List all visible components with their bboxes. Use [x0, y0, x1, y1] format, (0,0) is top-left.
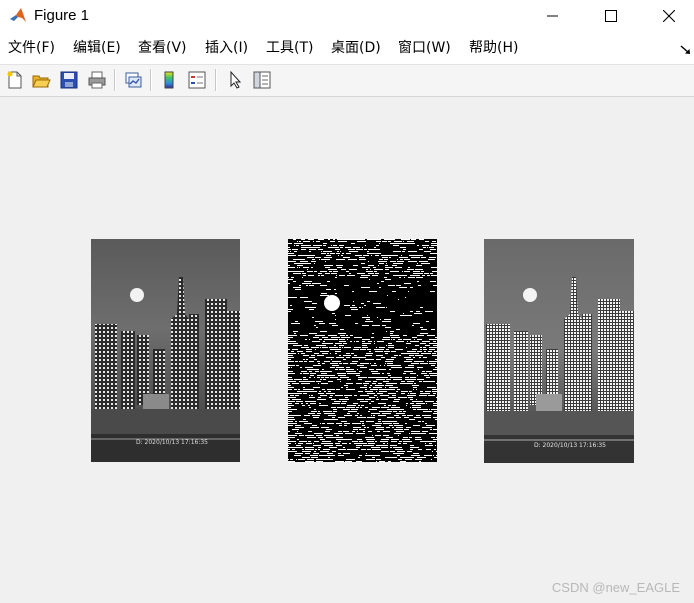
binary-threshold-image [288, 239, 437, 462]
dock-arrow-icon[interactable] [680, 41, 692, 54]
save-icon[interactable] [57, 68, 81, 92]
print-icon[interactable] [85, 68, 109, 92]
matlab-logo-icon [8, 6, 28, 26]
grayscale-city-image: D: 2020/10/13 17:16:35 [91, 239, 240, 462]
link-plot-icon[interactable] [121, 68, 145, 92]
maximize-icon [605, 10, 617, 22]
filtered-city-image: D: 2020/10/13 17:16:35 [484, 239, 634, 463]
property-inspector-icon[interactable] [250, 68, 274, 92]
menu-bar: 文件(F) 编辑(E) 查看(V) 插入(I) 工具(T) 桌面(D) 窗口(W… [0, 32, 694, 65]
open-file-icon[interactable] [29, 68, 53, 92]
image-timestamp: D: 2020/10/13 17:16:35 [136, 439, 208, 446]
image-timestamp: D: 2020/10/13 17:16:35 [534, 442, 606, 449]
menu-tools[interactable]: 工具(T) [266, 32, 313, 64]
menu-file[interactable]: 文件(F) [8, 32, 55, 64]
menu-edit[interactable]: 编辑(E) [73, 32, 121, 64]
toolbar-separator [215, 69, 217, 91]
minimize-button[interactable] [530, 0, 576, 32]
toolbar-separator [114, 69, 116, 91]
watermark: CSDN @new_EAGLE [551, 580, 680, 595]
legend-icon[interactable] [185, 68, 209, 92]
menu-window[interactable]: 窗口(W) [398, 32, 451, 64]
title-bar: Figure 1 [0, 0, 694, 32]
menu-help[interactable]: 帮助(H) [469, 32, 518, 64]
menu-view[interactable]: 查看(V) [138, 32, 187, 64]
window-title: Figure 1 [34, 7, 90, 24]
maximize-button[interactable] [588, 0, 634, 32]
new-figure-icon[interactable] [3, 68, 27, 92]
close-icon [663, 10, 675, 22]
colorbar-icon[interactable] [157, 68, 181, 92]
close-button[interactable] [646, 0, 692, 32]
menu-insert[interactable]: 插入(I) [205, 32, 248, 64]
select-pointer-icon[interactable] [223, 68, 247, 92]
menu-desktop[interactable]: 桌面(D) [331, 32, 381, 64]
toolbar [0, 65, 694, 97]
minimize-icon [547, 15, 558, 17]
toolbar-separator [150, 69, 152, 91]
